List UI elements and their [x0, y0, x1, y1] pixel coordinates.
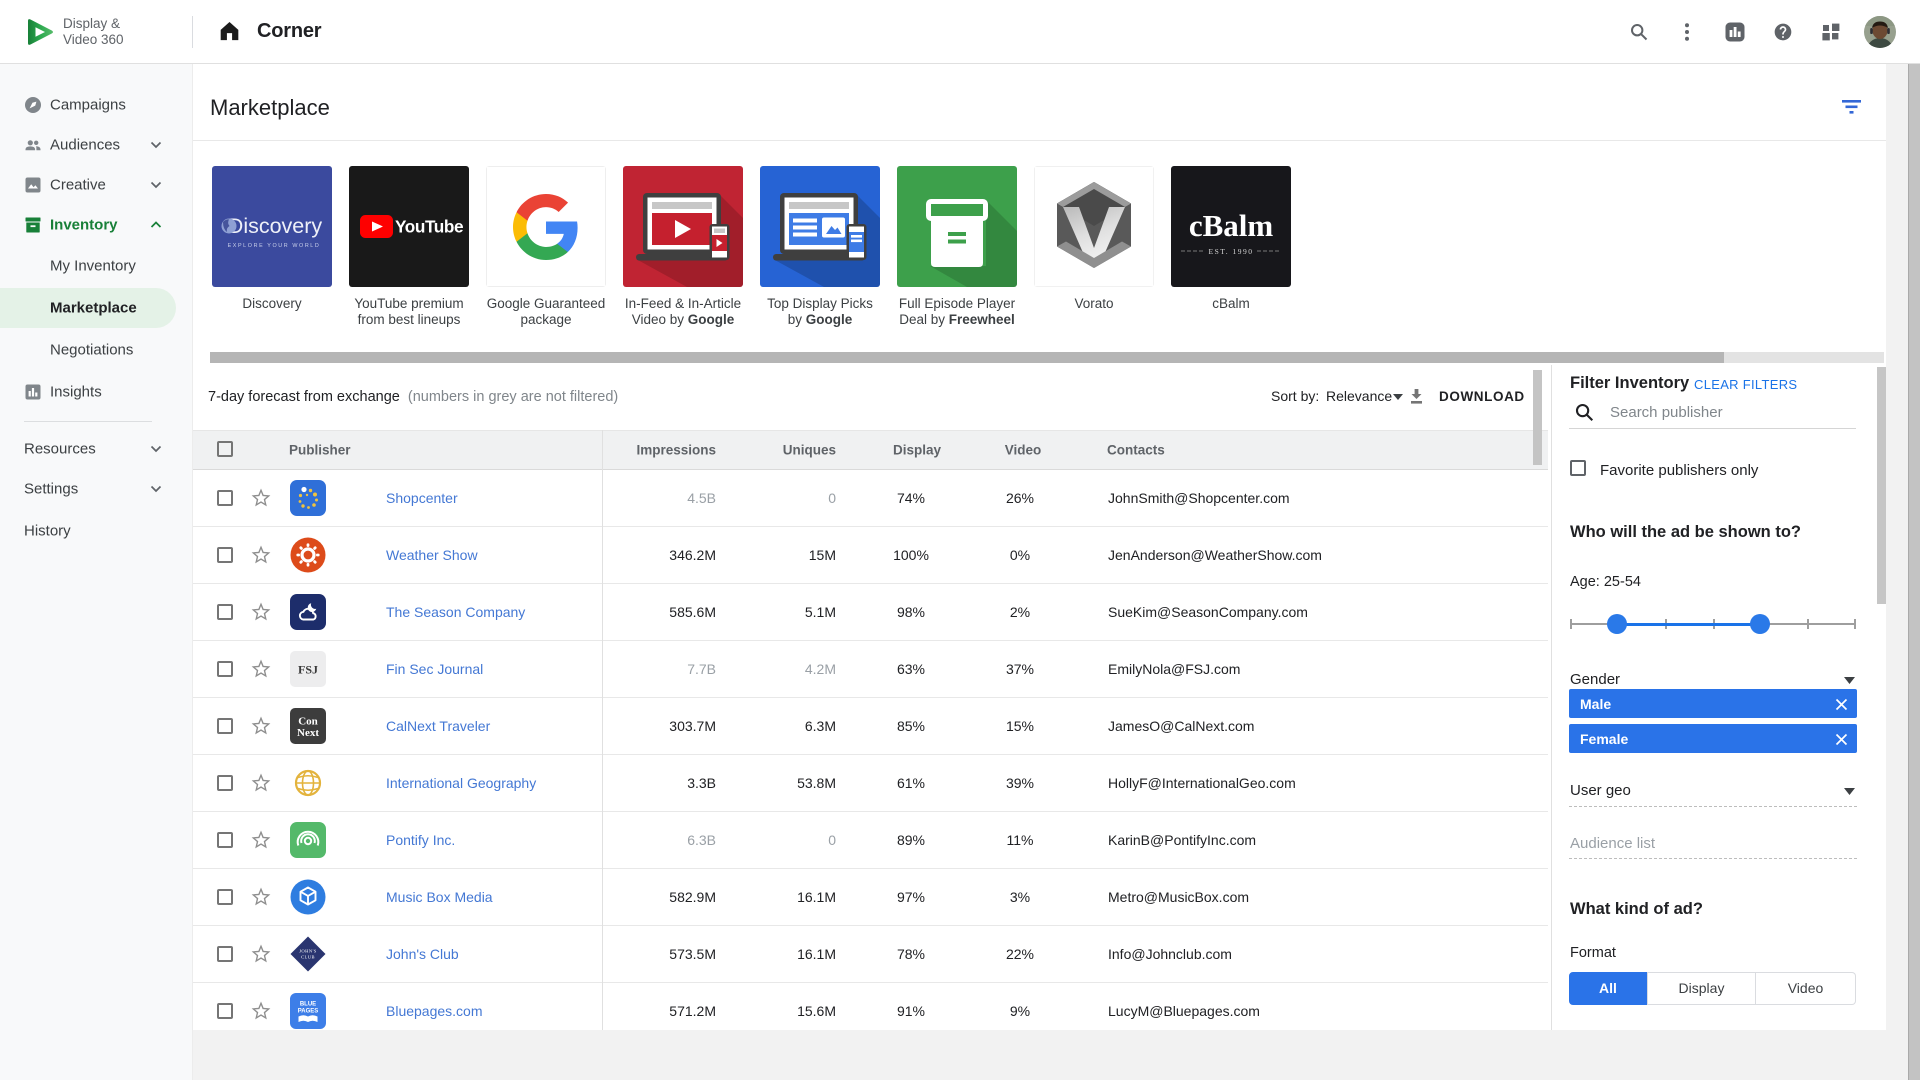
svg-text:BLUE: BLUE — [300, 1002, 316, 1008]
svg-text:YouTube: YouTube — [395, 217, 463, 237]
svg-text:JOHN'S: JOHN'S — [299, 949, 317, 954]
svg-text:EST. 1990: EST. 1990 — [1208, 247, 1253, 256]
svg-text:CLUB: CLUB — [301, 955, 315, 960]
svg-text:FSJ: FSJ — [298, 663, 318, 677]
svg-text:EXPLORE YOUR WORLD: EXPLORE YOUR WORLD — [228, 243, 321, 249]
svg-text:Next: Next — [297, 727, 319, 739]
svg-text:Discovery: Discovery — [228, 214, 323, 238]
svg-text:Con: Con — [298, 716, 318, 728]
svg-text:cBalm: cBalm — [1189, 208, 1274, 243]
svg-text:PAGES: PAGES — [298, 1009, 319, 1015]
